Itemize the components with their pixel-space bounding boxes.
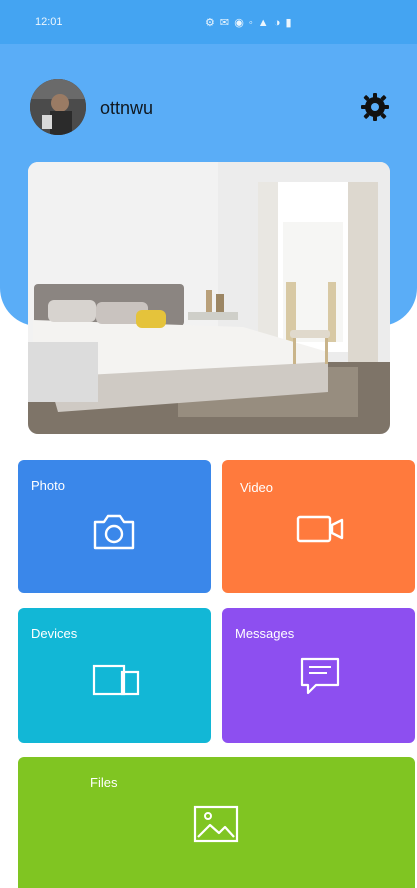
photo-tile[interactable]: Photo — [18, 460, 211, 593]
image-file-icon — [193, 805, 239, 843]
devices-icon — [92, 664, 140, 696]
settings-button[interactable] — [358, 90, 392, 124]
avatar[interactable] — [30, 79, 86, 135]
devices-label: Devices — [31, 626, 78, 641]
video-camera-icon — [296, 515, 344, 543]
devices-tile[interactable]: Devices — [18, 608, 211, 743]
video-label: Video — [240, 480, 274, 495]
status-time: 12:01 — [35, 16, 63, 28]
bedroom-illustration — [28, 162, 390, 434]
camera-icon — [93, 514, 135, 550]
photo-label: Photo — [31, 478, 65, 493]
messages-tile[interactable]: Messages — [222, 608, 415, 743]
message-icon — [300, 657, 340, 695]
video-tile[interactable]: Video — [222, 460, 415, 593]
files-label: Files — [90, 775, 118, 790]
status-bar: 12:01 ⚙ ✉ ◉ ◦ ▲ ◑ ▮ — [0, 0, 417, 44]
status-icons: ⚙ ✉ ◉ ◦ ▲ ◑ ▮ — [205, 17, 293, 29]
avatar-image — [30, 79, 86, 135]
username: ottnwu — [100, 98, 154, 118]
messages-label: Messages — [235, 626, 295, 641]
files-tile[interactable]: Files — [18, 757, 415, 888]
hero-image-bedroom — [28, 162, 390, 434]
gear-icon — [361, 93, 389, 121]
